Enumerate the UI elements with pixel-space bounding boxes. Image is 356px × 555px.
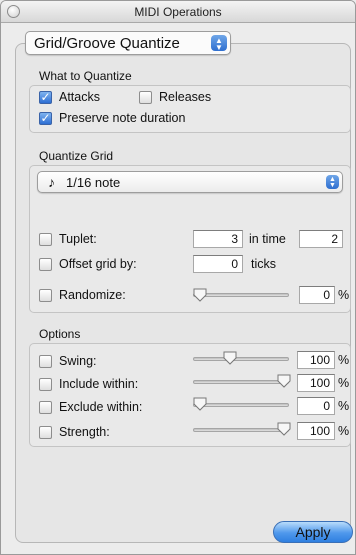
options-title: Options (39, 327, 81, 341)
strength-unit: % (338, 424, 350, 438)
exclude-within-checkbox[interactable] (39, 401, 52, 414)
randomize-unit: % (338, 288, 350, 302)
what-to-quantize-title: What to Quantize (39, 69, 132, 83)
quantize-grid-title: Quantize Grid (39, 149, 114, 163)
randomize-checkbox[interactable] (39, 289, 52, 302)
grid-value-label: 1/16 note (66, 175, 121, 190)
tuplet-field[interactable]: 3 (193, 230, 243, 248)
attacks-label: Attacks (59, 90, 100, 104)
attacks-checkbox[interactable]: ✓ (39, 91, 52, 104)
randomize-slider-thumb[interactable] (193, 288, 207, 302)
include-within-slider[interactable] (193, 380, 289, 384)
exclude-within-slider-thumb[interactable] (193, 397, 207, 411)
exclude-within-field[interactable]: 0 (297, 397, 335, 415)
mode-popup-label: Grid/Groove Quantize (34, 35, 180, 52)
grid-value-popup[interactable]: ♪ 1/16 note ▲ ▼ (37, 171, 343, 193)
strength-field[interactable]: 100 (297, 422, 335, 440)
exclude-within-unit: % (338, 399, 350, 413)
swing-field[interactable]: 100 (297, 351, 335, 369)
in-time-field[interactable]: 2 (299, 230, 343, 248)
exclude-within-slider[interactable] (193, 403, 289, 407)
preserve-duration-label: Preserve note duration (59, 111, 186, 125)
mode-popup[interactable]: Grid/Groove Quantize ▲ ▼ (25, 31, 231, 55)
ticks-label: ticks (251, 257, 276, 271)
strength-slider[interactable] (193, 428, 289, 432)
offset-label: Offset grid by: (59, 257, 137, 271)
tuplet-checkbox[interactable] (39, 233, 52, 246)
strength-slider-thumb[interactable] (277, 422, 291, 436)
exclude-within-label: Exclude within: (59, 400, 143, 414)
window-title: MIDI Operations (134, 5, 222, 19)
randomize-label: Randomize: (59, 288, 126, 302)
swing-slider[interactable] (193, 357, 289, 361)
grid-popup-arrows-icon: ▲ ▼ (326, 175, 339, 189)
tuplet-label: Tuplet: (59, 232, 97, 246)
include-within-field[interactable]: 100 (297, 374, 335, 392)
midi-operations-window: MIDI Operations Grid/Groove Quantize ▲ ▼ … (0, 0, 356, 555)
include-within-label: Include within: (59, 377, 139, 391)
include-within-slider-thumb[interactable] (277, 374, 291, 388)
note-icon: ♪ (48, 174, 55, 190)
swing-label: Swing: (59, 354, 97, 368)
swing-checkbox[interactable] (39, 355, 52, 368)
strength-label: Strength: (59, 425, 110, 439)
strength-checkbox[interactable] (39, 426, 52, 439)
randomize-field[interactable]: 0 (299, 286, 335, 304)
offset-checkbox[interactable] (39, 258, 52, 271)
randomize-slider[interactable] (193, 293, 289, 297)
popup-arrows-icon: ▲ ▼ (211, 35, 227, 52)
releases-checkbox[interactable] (139, 91, 152, 104)
swing-slider-thumb[interactable] (223, 351, 237, 365)
title-bar[interactable]: MIDI Operations (1, 1, 355, 23)
releases-label: Releases (159, 90, 212, 104)
swing-unit: % (338, 353, 350, 367)
include-within-checkbox[interactable] (39, 378, 52, 391)
apply-button[interactable]: Apply (273, 521, 353, 543)
preserve-duration-checkbox[interactable]: ✓ (39, 112, 52, 125)
offset-field[interactable]: 0 (193, 255, 243, 273)
include-within-unit: % (338, 376, 350, 390)
in-time-label: in time (249, 232, 286, 246)
